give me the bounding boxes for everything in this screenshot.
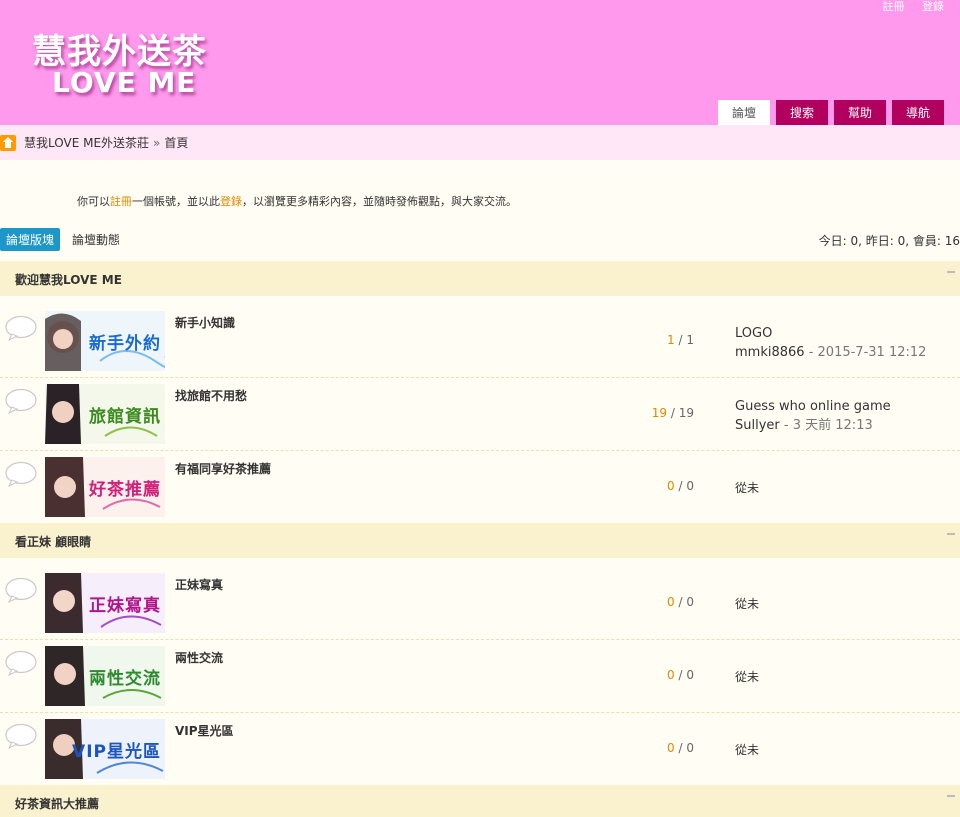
forum-thumbnail[interactable]: VIP星光區 bbox=[45, 719, 165, 779]
collapse-icon[interactable] bbox=[947, 533, 955, 535]
last-post: 從未 bbox=[735, 668, 759, 687]
forum-stats: 今日: 0, 昨日: 0, 會員: 16 bbox=[818, 234, 960, 248]
forum-row: 正妹寫真 正妹寫真 0 / 0 從未 bbox=[0, 567, 960, 640]
thumb-label: 正妹寫真 bbox=[89, 596, 161, 616]
main-nav: 論壇 搜索 幫助 導航 bbox=[712, 100, 944, 125]
breadcrumb: 慧我LOVE ME外送茶莊 » 首頁 bbox=[0, 125, 960, 160]
section-header[interactable]: 看正妹 顧眼睛 bbox=[0, 523, 960, 558]
forum-name[interactable]: 正妹寫真 bbox=[175, 576, 223, 593]
last-post: LOGO mmki8866 - 2015-7-31 12:12 bbox=[735, 324, 927, 360]
post-count: 0 bbox=[686, 479, 694, 493]
thread-count: 19 bbox=[651, 406, 668, 420]
notice-mid: 一個帳號，並以此 bbox=[132, 195, 220, 208]
forum-counts: 0 / 0 bbox=[667, 668, 694, 682]
site-logo[interactable]: 慧我外送茶 LOVE ME bbox=[30, 24, 230, 104]
thread-count: 0 bbox=[667, 668, 675, 682]
speech-bubble-icon bbox=[5, 315, 37, 341]
forum-thumbnail[interactable]: 正妹寫真 bbox=[45, 573, 165, 633]
section-header[interactable]: 歡迎慧我LOVE ME bbox=[0, 261, 960, 296]
forum-row: 好茶推薦 有福同享好茶推薦 0 / 0 從未 bbox=[0, 451, 960, 524]
breadcrumb-separator: » bbox=[153, 135, 161, 150]
thread-count: 0 bbox=[667, 479, 675, 493]
forum-row: 新手外約 新手小知識 1 / 1 LOGO mmki8866 - 2015-7-… bbox=[0, 305, 960, 378]
notice-login-link[interactable]: 登錄 bbox=[220, 195, 242, 208]
section-title: 看正妹 顧眼睛 bbox=[15, 534, 92, 549]
nav-tab-help[interactable]: 幫助 bbox=[834, 100, 886, 125]
nav-tab-search[interactable]: 搜索 bbox=[776, 100, 828, 125]
forum-row: 旅館資訊 找旅館不用愁 19 / 19 Guess who online gam… bbox=[0, 378, 960, 451]
forum-counts: 19 / 19 bbox=[651, 406, 694, 420]
forum-thumbnail[interactable]: 好茶推薦 bbox=[45, 457, 165, 517]
logo-text-en: LOVE ME bbox=[52, 66, 197, 99]
forum-name[interactable]: VIP星光區 bbox=[175, 722, 234, 739]
forum-thumbnail[interactable]: 旅館資訊 bbox=[45, 384, 165, 444]
login-link[interactable]: 登錄 bbox=[922, 0, 944, 13]
forum-thumbnail[interactable]: 兩性交流 bbox=[45, 646, 165, 706]
nav-tab-forum[interactable]: 論壇 bbox=[718, 100, 770, 125]
last-post-time: 3 天前 12:13 bbox=[792, 418, 873, 433]
collapse-icon[interactable] bbox=[947, 271, 955, 273]
notice-register-link[interactable]: 註冊 bbox=[110, 195, 132, 208]
tab-forums[interactable]: 論壇版塊 bbox=[0, 228, 61, 251]
breadcrumb-site[interactable]: 慧我LOVE ME外送茶莊 bbox=[24, 134, 149, 151]
thread-count: 0 bbox=[667, 741, 675, 755]
speech-bubble-icon bbox=[5, 577, 37, 603]
thread-count: 1 bbox=[667, 333, 675, 347]
forum-name[interactable]: 兩性交流 bbox=[175, 649, 223, 666]
thumb-label: 好茶推薦 bbox=[89, 480, 161, 500]
section-title: 好茶資訊大推薦 bbox=[15, 796, 100, 811]
last-post-never: 從未 bbox=[735, 670, 760, 684]
thumb-label: 兩性交流 bbox=[89, 669, 161, 689]
forum-name[interactable]: 新手小知識 bbox=[175, 314, 235, 331]
speech-bubble-icon bbox=[5, 650, 37, 676]
thread-count: 0 bbox=[667, 595, 675, 609]
last-post-title[interactable]: Guess who online game bbox=[735, 397, 891, 416]
tab-activity[interactable]: 論壇動態 bbox=[66, 228, 126, 251]
section-title: 歡迎慧我LOVE ME bbox=[15, 272, 122, 287]
last-post-title[interactable]: LOGO bbox=[735, 324, 926, 343]
forum-row: 兩性交流 兩性交流 0 / 0 從未 bbox=[0, 640, 960, 713]
last-post: 從未 bbox=[735, 741, 759, 760]
notice-post: ，以瀏覽更多精彩內容，並隨時發佈觀點，與大家交流。 bbox=[242, 195, 517, 208]
post-count: 0 bbox=[686, 668, 694, 682]
last-post: 從未 bbox=[735, 479, 759, 498]
site-header: 註冊 登錄 慧我外送茶 LOVE ME 論壇 搜索 幫助 導航 bbox=[0, 0, 960, 125]
speech-bubble-icon bbox=[5, 723, 37, 749]
thumb-label: 新手外約 bbox=[89, 334, 161, 354]
forum-counts: 0 / 0 bbox=[667, 741, 694, 755]
last-post-never: 從未 bbox=[735, 481, 760, 495]
speech-bubble-icon bbox=[5, 461, 37, 487]
forum-name[interactable]: 找旅館不用愁 bbox=[175, 387, 247, 404]
top-links: 註冊 登錄 bbox=[869, 0, 945, 14]
forum-counts: 0 / 0 bbox=[667, 595, 694, 609]
section-header[interactable]: 好茶資訊大推薦 bbox=[0, 785, 960, 817]
last-post-user[interactable]: mmki8866 bbox=[735, 345, 805, 360]
forum-counts: 1 / 1 bbox=[667, 333, 694, 347]
thumb-label: VIP星光區 bbox=[72, 742, 161, 762]
last-post-never: 從未 bbox=[735, 743, 760, 757]
notice-pre: 你可以 bbox=[77, 195, 110, 208]
forum-view-tabs: 論壇版塊 論壇動態 bbox=[0, 228, 126, 251]
nav-tab-navigation[interactable]: 導航 bbox=[892, 100, 944, 125]
speech-bubble-icon bbox=[5, 388, 37, 414]
forum-name[interactable]: 有福同享好茶推薦 bbox=[175, 460, 271, 477]
last-post-time: 2015-7-31 12:12 bbox=[817, 345, 927, 360]
forum-row: VIP星光區 VIP星光區 0 / 0 從未 bbox=[0, 713, 960, 786]
forum-thumbnail[interactable]: 新手外約 bbox=[45, 311, 165, 371]
collapse-icon[interactable] bbox=[947, 795, 955, 797]
register-link[interactable]: 註冊 bbox=[883, 0, 905, 13]
guest-notice: 你可以註冊一個帳號，並以此登錄，以瀏覽更多精彩內容，並隨時發佈觀點，與大家交流。 bbox=[77, 193, 517, 209]
post-count: 0 bbox=[686, 741, 694, 755]
last-post-never: 從未 bbox=[735, 597, 760, 611]
home-icon[interactable] bbox=[0, 134, 16, 151]
breadcrumb-current[interactable]: 首頁 bbox=[164, 134, 188, 151]
last-post-user[interactable]: Sullyer bbox=[735, 418, 780, 433]
last-post: 從未 bbox=[735, 595, 759, 614]
forum-counts: 0 / 0 bbox=[667, 479, 694, 493]
thumb-label: 旅館資訊 bbox=[89, 407, 161, 427]
post-count: 19 bbox=[678, 406, 694, 420]
post-count: 1 bbox=[686, 333, 694, 347]
last-post: Guess who online game Sullyer - 3 天前 12:… bbox=[735, 397, 891, 433]
post-count: 0 bbox=[686, 595, 694, 609]
